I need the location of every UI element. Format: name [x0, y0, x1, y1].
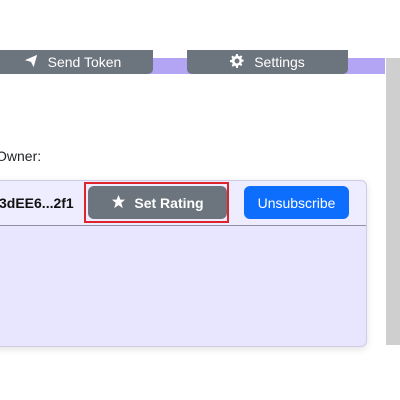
subscription-card: 3dEE6...2f1 Set Rating Unsubscribe	[0, 180, 367, 347]
owner-label: Owner:	[0, 148, 42, 164]
settings-button[interactable]: Settings	[187, 50, 348, 74]
set-rating-label: Set Rating	[134, 194, 204, 211]
send-token-label: Send Token	[47, 54, 122, 70]
settings-label: Settings	[254, 54, 305, 70]
app-viewport: Send Token Settings Owner: 3dEE6...2f1 S…	[0, 0, 400, 400]
subscription-card-header: 3dEE6...2f1 Set Rating Unsubscribe	[0, 181, 366, 226]
unsubscribe-button[interactable]: Unsubscribe	[244, 186, 349, 219]
set-rating-button[interactable]: Set Rating	[88, 186, 227, 219]
send-token-button[interactable]: Send Token	[0, 50, 153, 74]
scrollbar-track[interactable]	[386, 58, 400, 345]
gear-icon	[230, 53, 244, 71]
owner-address: 3dEE6...2f1	[0, 195, 74, 211]
paper-plane-icon	[24, 54, 38, 71]
star-icon	[111, 194, 126, 212]
